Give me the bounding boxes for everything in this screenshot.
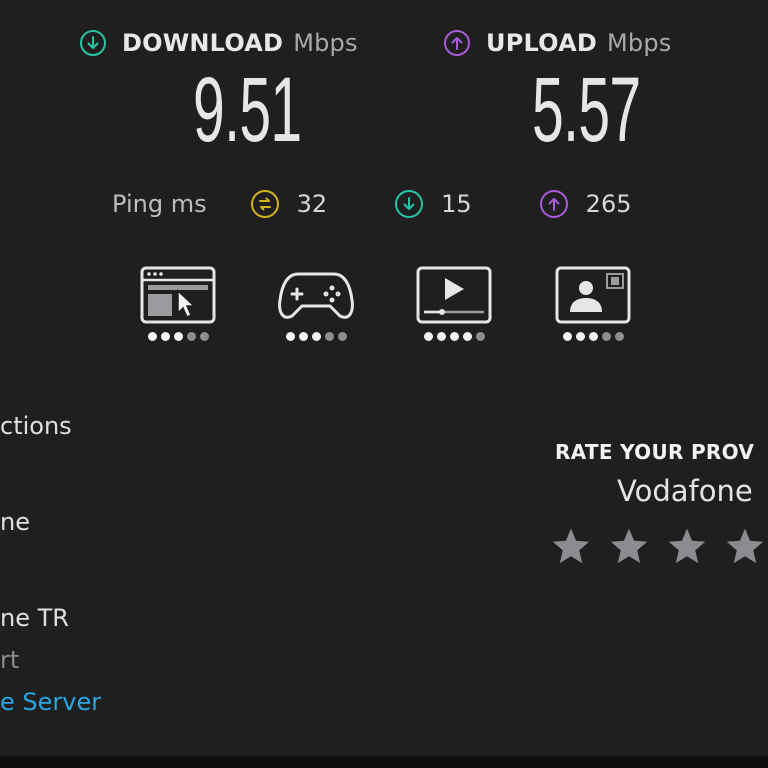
web-browsing-rating — [140, 332, 216, 341]
star-rating — [550, 526, 766, 568]
star-icon[interactable] — [724, 526, 766, 568]
ping-label: Ping ms — [112, 190, 207, 218]
rating-dot — [160, 332, 170, 341]
server-location: rt — [0, 646, 20, 674]
rating-dot — [562, 332, 572, 341]
rating-dot — [614, 332, 624, 341]
gaming-controller-icon — [278, 272, 354, 319]
rating-dot — [423, 332, 433, 341]
video-call-rating — [555, 332, 631, 341]
rating-dot — [436, 332, 446, 341]
rating-dot — [337, 332, 347, 341]
streaming-rating — [416, 332, 492, 341]
download-header: DOWNLOAD Mbps — [80, 26, 358, 60]
rating-dot — [285, 332, 295, 341]
ping-upload-value: 265 — [585, 190, 632, 218]
ping-idle[interactable]: 32 — [250, 190, 328, 218]
upload-latency-icon — [539, 190, 568, 218]
rating-dot — [199, 332, 209, 341]
ping-download[interactable]: 15 — [395, 190, 472, 218]
rating-dot — [298, 332, 308, 341]
download-speed-value: 9.51 — [193, 59, 302, 161]
provider-name: ne TR — [0, 604, 69, 632]
rating-dot — [173, 332, 183, 341]
rate-provider-name: Vodafone — [617, 474, 753, 508]
experience-video-call[interactable] — [555, 266, 631, 341]
web-browsing-icon — [140, 266, 216, 324]
star-icon[interactable] — [608, 526, 650, 568]
rating-dot — [311, 332, 321, 341]
bottom-bar — [0, 756, 768, 768]
rating-dot — [588, 332, 598, 341]
rating-dot — [147, 332, 157, 341]
rating-dot — [324, 332, 334, 341]
download-unit: Mbps — [293, 29, 358, 57]
change-server-link[interactable]: e Server — [0, 688, 101, 716]
experience-gaming[interactable] — [278, 266, 354, 341]
video-streaming-icon — [416, 266, 492, 324]
connections-label: ctions — [0, 412, 72, 440]
upload-label: UPLOAD — [486, 29, 597, 57]
connection-type-label: ne — [0, 508, 30, 536]
upload-speed-value: 5.57 — [532, 59, 641, 161]
upload-arrow-icon — [444, 30, 470, 56]
rating-dot — [449, 332, 459, 341]
ping-download-value: 15 — [441, 190, 472, 218]
download-label: DOWNLOAD — [122, 29, 284, 57]
star-icon[interactable] — [550, 526, 592, 568]
ping-idle-value: 32 — [296, 190, 328, 218]
idle-latency-icon — [250, 190, 279, 218]
ping-row: Ping ms 32 15 265 — [112, 186, 699, 222]
rating-dot — [462, 332, 472, 341]
star-icon[interactable] — [666, 526, 708, 568]
video-call-icon — [555, 266, 631, 324]
experience-web-browsing[interactable] — [140, 266, 216, 341]
upload-unit: Mbps — [606, 29, 672, 57]
rating-dot — [575, 332, 585, 341]
rating-dot — [475, 332, 485, 341]
download-latency-icon — [395, 190, 424, 218]
experience-streaming[interactable] — [416, 266, 492, 341]
rating-dot — [601, 332, 611, 341]
download-arrow-icon — [80, 30, 106, 56]
upload-header: UPLOAD Mbps — [444, 26, 671, 60]
rating-dot — [186, 332, 196, 341]
gaming-rating — [278, 332, 354, 341]
ping-upload[interactable]: 265 — [539, 190, 632, 218]
rate-provider-title: RATE YOUR PROV — [555, 440, 755, 464]
